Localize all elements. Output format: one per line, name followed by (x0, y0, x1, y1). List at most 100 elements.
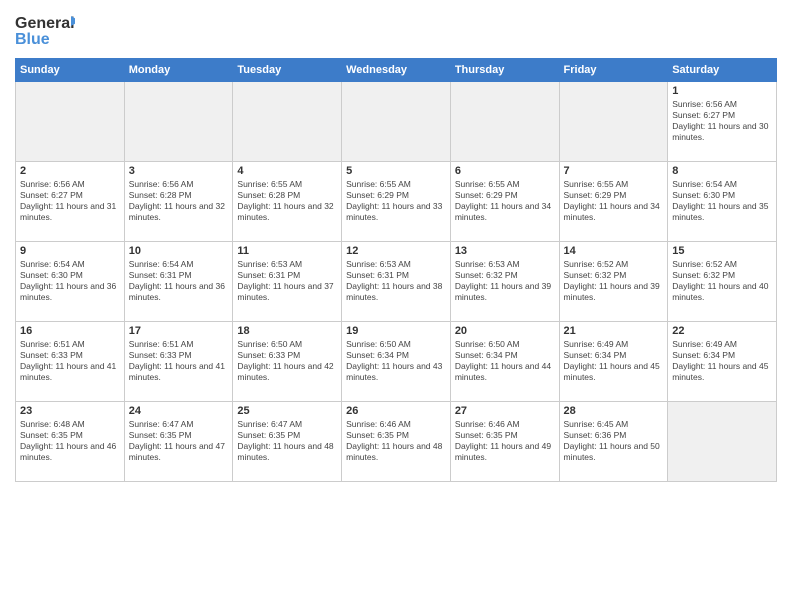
cell-text: Sunrise: 6:53 AM Sunset: 6:31 PM Dayligh… (237, 259, 337, 303)
day-number: 24 (129, 405, 229, 417)
page-container: General Blue SundayMondayTuesdayWednesda… (0, 0, 792, 492)
day-number: 13 (455, 245, 555, 257)
cal-cell: 2 Sunrise: 6:56 AM Sunset: 6:27 PM Daylig… (16, 162, 125, 242)
cal-cell: 20 Sunrise: 6:50 AM Sunset: 6:34 PM Dayli… (450, 322, 559, 402)
cell-text: Sunrise: 6:55 AM Sunset: 6:29 PM Dayligh… (455, 179, 555, 223)
cal-cell: 21 Sunrise: 6:49 AM Sunset: 6:34 PM Dayli… (559, 322, 668, 402)
cell-text: Sunrise: 6:53 AM Sunset: 6:32 PM Dayligh… (455, 259, 555, 303)
cal-cell: 8 Sunrise: 6:54 AM Sunset: 6:30 PM Daylig… (668, 162, 777, 242)
cal-cell: 11 Sunrise: 6:53 AM Sunset: 6:31 PM Dayli… (233, 242, 342, 322)
day-number: 25 (237, 405, 337, 417)
day-number: 22 (672, 325, 772, 337)
cal-cell: 1Sunrise: 6:56 AM Sunset: 6:27 PM Daylig… (668, 82, 777, 162)
cal-cell (668, 402, 777, 482)
calendar-week-0: 1Sunrise: 6:56 AM Sunset: 6:27 PM Daylig… (16, 82, 777, 162)
day-header-monday: Monday (124, 59, 233, 82)
day-number: 28 (564, 405, 664, 417)
cal-cell: 6 Sunrise: 6:55 AM Sunset: 6:29 PM Daylig… (450, 162, 559, 242)
cell-text: Sunrise: 6:47 AM Sunset: 6:35 PM Dayligh… (129, 419, 229, 463)
cell-text: Sunrise: 6:56 AM Sunset: 6:27 PM Dayligh… (672, 99, 772, 143)
cell-text: Sunrise: 6:46 AM Sunset: 6:35 PM Dayligh… (346, 419, 446, 463)
cell-text: Sunrise: 6:52 AM Sunset: 6:32 PM Dayligh… (672, 259, 772, 303)
cal-cell: 19 Sunrise: 6:50 AM Sunset: 6:34 PM Dayli… (342, 322, 451, 402)
cal-cell: 14 Sunrise: 6:52 AM Sunset: 6:32 PM Dayli… (559, 242, 668, 322)
day-number: 2 (20, 165, 120, 177)
cell-text: Sunrise: 6:48 AM Sunset: 6:35 PM Dayligh… (20, 419, 120, 463)
day-number: 8 (672, 165, 772, 177)
cell-text: Sunrise: 6:56 AM Sunset: 6:27 PM Dayligh… (20, 179, 120, 223)
cal-cell: 24 Sunrise: 6:47 AM Sunset: 6:35 PM Dayli… (124, 402, 233, 482)
cell-text: Sunrise: 6:52 AM Sunset: 6:32 PM Dayligh… (564, 259, 664, 303)
day-number: 11 (237, 245, 337, 257)
cell-text: Sunrise: 6:45 AM Sunset: 6:36 PM Dayligh… (564, 419, 664, 463)
day-number: 18 (237, 325, 337, 337)
cal-cell: 10 Sunrise: 6:54 AM Sunset: 6:31 PM Dayli… (124, 242, 233, 322)
cal-cell: 22 Sunrise: 6:49 AM Sunset: 6:34 PM Dayli… (668, 322, 777, 402)
day-number: 26 (346, 405, 446, 417)
cal-cell: 25 Sunrise: 6:47 AM Sunset: 6:35 PM Dayli… (233, 402, 342, 482)
cal-cell: 23 Sunrise: 6:48 AM Sunset: 6:35 PM Dayli… (16, 402, 125, 482)
day-number: 15 (672, 245, 772, 257)
cal-cell: 17 Sunrise: 6:51 AM Sunset: 6:33 PM Dayli… (124, 322, 233, 402)
calendar-week-4: 23 Sunrise: 6:48 AM Sunset: 6:35 PM Dayli… (16, 402, 777, 482)
calendar-week-3: 16 Sunrise: 6:51 AM Sunset: 6:33 PM Dayli… (16, 322, 777, 402)
cal-cell (16, 82, 125, 162)
cell-text: Sunrise: 6:49 AM Sunset: 6:34 PM Dayligh… (564, 339, 664, 383)
day-number: 23 (20, 405, 120, 417)
day-number: 4 (237, 165, 337, 177)
cell-text: Sunrise: 6:54 AM Sunset: 6:30 PM Dayligh… (672, 179, 772, 223)
cell-text: Sunrise: 6:56 AM Sunset: 6:28 PM Dayligh… (129, 179, 229, 223)
day-header-wednesday: Wednesday (342, 59, 451, 82)
calendar-header-row: SundayMondayTuesdayWednesdayThursdayFrid… (16, 59, 777, 82)
day-number: 5 (346, 165, 446, 177)
day-number: 27 (455, 405, 555, 417)
calendar-week-1: 2 Sunrise: 6:56 AM Sunset: 6:27 PM Daylig… (16, 162, 777, 242)
cell-text: Sunrise: 6:50 AM Sunset: 6:33 PM Dayligh… (237, 339, 337, 383)
cell-text: Sunrise: 6:49 AM Sunset: 6:34 PM Dayligh… (672, 339, 772, 383)
day-header-tuesday: Tuesday (233, 59, 342, 82)
day-number: 3 (129, 165, 229, 177)
day-header-friday: Friday (559, 59, 668, 82)
cell-text: Sunrise: 6:50 AM Sunset: 6:34 PM Dayligh… (346, 339, 446, 383)
cell-text: Sunrise: 6:54 AM Sunset: 6:31 PM Dayligh… (129, 259, 229, 303)
cal-cell: 13 Sunrise: 6:53 AM Sunset: 6:32 PM Dayli… (450, 242, 559, 322)
day-number: 19 (346, 325, 446, 337)
cell-text: Sunrise: 6:50 AM Sunset: 6:34 PM Dayligh… (455, 339, 555, 383)
day-number: 20 (455, 325, 555, 337)
cal-cell: 12 Sunrise: 6:53 AM Sunset: 6:31 PM Dayli… (342, 242, 451, 322)
cal-cell (124, 82, 233, 162)
cal-cell: 7Sunrise: 6:55 AM Sunset: 6:29 PM Daylig… (559, 162, 668, 242)
cal-cell: 26 Sunrise: 6:46 AM Sunset: 6:35 PM Dayli… (342, 402, 451, 482)
cal-cell: 5 Sunrise: 6:55 AM Sunset: 6:29 PM Daylig… (342, 162, 451, 242)
cell-text: Sunrise: 6:46 AM Sunset: 6:35 PM Dayligh… (455, 419, 555, 463)
cal-cell (342, 82, 451, 162)
cal-cell: 28 Sunrise: 6:45 AM Sunset: 6:36 PM Dayli… (559, 402, 668, 482)
calendar-body: 1Sunrise: 6:56 AM Sunset: 6:27 PM Daylig… (16, 82, 777, 482)
day-number: 9 (20, 245, 120, 257)
day-number: 14 (564, 245, 664, 257)
cal-cell (233, 82, 342, 162)
cal-cell: 4 Sunrise: 6:55 AM Sunset: 6:28 PM Daylig… (233, 162, 342, 242)
cell-text: Sunrise: 6:53 AM Sunset: 6:31 PM Dayligh… (346, 259, 446, 303)
cell-text: Sunrise: 6:47 AM Sunset: 6:35 PM Dayligh… (237, 419, 337, 463)
cell-text: Sunrise: 6:51 AM Sunset: 6:33 PM Dayligh… (20, 339, 120, 383)
cal-cell: 15 Sunrise: 6:52 AM Sunset: 6:32 PM Dayli… (668, 242, 777, 322)
day-header-thursday: Thursday (450, 59, 559, 82)
day-number: 16 (20, 325, 120, 337)
logo-svg: General Blue (15, 10, 75, 50)
cell-text: Sunrise: 6:54 AM Sunset: 6:30 PM Dayligh… (20, 259, 120, 303)
day-number: 17 (129, 325, 229, 337)
cal-cell: 27 Sunrise: 6:46 AM Sunset: 6:35 PM Dayli… (450, 402, 559, 482)
day-number: 6 (455, 165, 555, 177)
cell-text: Sunrise: 6:55 AM Sunset: 6:28 PM Dayligh… (237, 179, 337, 223)
calendar-week-2: 9 Sunrise: 6:54 AM Sunset: 6:30 PM Daylig… (16, 242, 777, 322)
day-number: 21 (564, 325, 664, 337)
cell-text: Sunrise: 6:51 AM Sunset: 6:33 PM Dayligh… (129, 339, 229, 383)
day-number: 12 (346, 245, 446, 257)
cal-cell: 18 Sunrise: 6:50 AM Sunset: 6:33 PM Dayli… (233, 322, 342, 402)
day-number: 10 (129, 245, 229, 257)
cell-text: Sunrise: 6:55 AM Sunset: 6:29 PM Dayligh… (346, 179, 446, 223)
cal-cell (450, 82, 559, 162)
logo: General Blue (15, 10, 75, 50)
day-header-saturday: Saturday (668, 59, 777, 82)
